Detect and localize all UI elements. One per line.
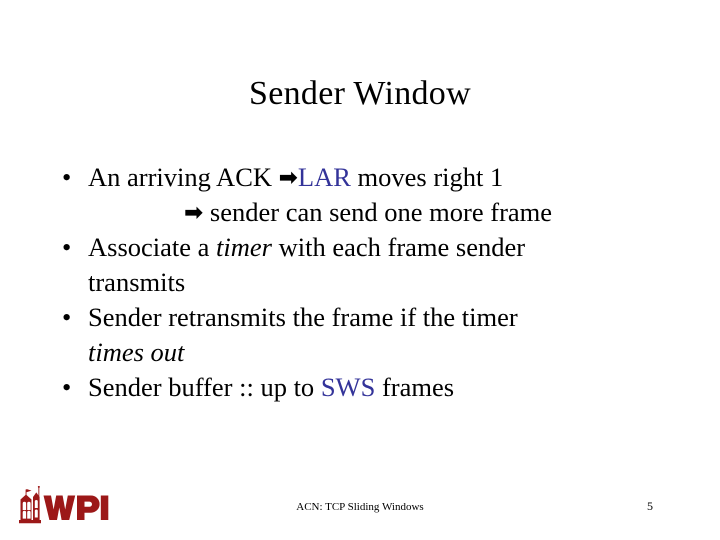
bullet2-wrap-text: transmits [88,267,186,297]
bullet2-italic-timer: timer [216,232,272,262]
bullet-list: • An arriving ACK ➡LAR moves right 1 ➡ s… [46,160,696,405]
slide-canvas: Sender Window • An arriving ACK ➡LAR mov… [0,0,720,540]
list-item: • Sender retransmits the frame if the ti… [46,300,696,370]
bullet4-text-part1: Sender buffer :: up to [88,372,321,402]
bullet3-text-part1: Sender retransmits the frame if the time… [88,302,518,332]
list-item: • Sender buffer :: up to SWS frames [46,370,696,405]
wpi-logo [10,486,114,528]
bullet4-text-part2: frames [375,372,455,402]
page-number: 5 [647,499,653,513]
list-item: • An arriving ACK ➡LAR moves right 1 ➡ s… [46,160,696,230]
footer-title: ACN: TCP Sliding Windows [296,501,424,513]
bullet-marker-icon: • [62,302,72,332]
bullet1-text-before: An arriving ACK [88,162,279,192]
bullet3-italic-wrap: times out [88,337,185,367]
bullet1-continuation-line: ➡ sender can send one more frame [88,195,696,230]
right-arrow-icon: ➡ [278,165,298,191]
list-item-text: Associate a timer with each frame sender [88,230,696,265]
list-item-text: Sender buffer :: up to SWS frames [88,370,696,405]
bullet4-keyword-sws: SWS [320,372,376,402]
list-item: • Associate a timer with each frame send… [46,230,696,300]
bullet-marker-icon: • [62,162,72,192]
bullet1-continuation-text: sender can send one more frame [203,197,553,227]
right-arrow-icon: ➡ [184,200,204,226]
bullet-marker-icon: • [62,372,72,402]
page-title: Sender Window [249,75,471,112]
bullet2-text-part1: Associate a [88,232,217,262]
bullet2-text-part2: with each frame sender [271,232,526,262]
bullet1-text-after: moves right 1 [350,162,504,192]
wpi-logo-icon [19,486,109,524]
bullet-marker-icon: • [62,232,72,262]
list-item-text: An arriving ACK ➡LAR moves right 1 [88,160,696,195]
bullet1-keyword-lar: LAR [297,162,351,192]
